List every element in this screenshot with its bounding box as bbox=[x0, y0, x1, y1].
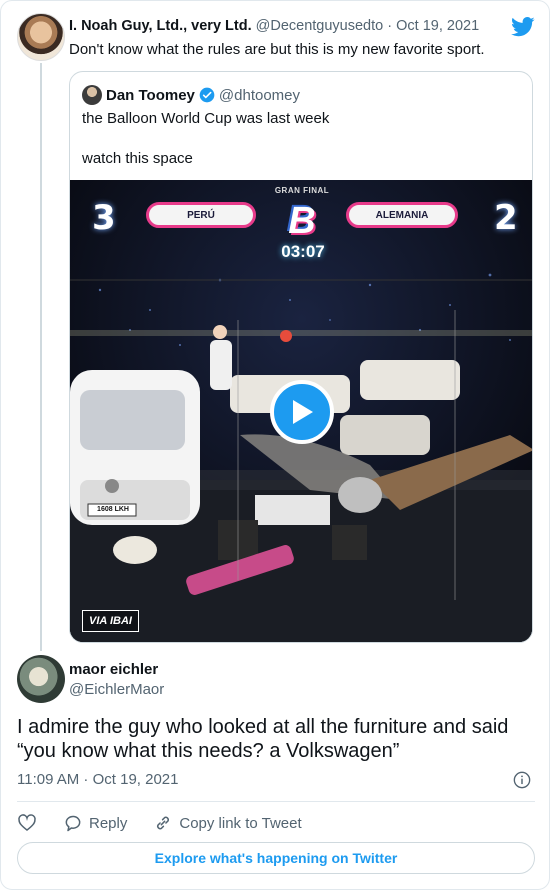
reply-timestamp[interactable]: 11:09 AM · Oct 19, 2021 bbox=[17, 771, 178, 788]
info-icon[interactable] bbox=[513, 771, 531, 789]
avatar[interactable] bbox=[17, 13, 65, 61]
heart-icon bbox=[18, 814, 36, 832]
author-handle[interactable]: @Decentguyusedto bbox=[256, 18, 384, 34]
reply-label: Reply bbox=[89, 814, 128, 832]
link-icon bbox=[157, 816, 170, 830]
quoted-tweet-text-line2: watch this space bbox=[82, 150, 193, 167]
verified-badge-icon bbox=[199, 87, 215, 103]
quoted-author-handle[interactable]: @dhtoomey bbox=[219, 87, 300, 104]
quoted-tweet[interactable]: Dan Toomey @dhtoomey the Balloon World C… bbox=[69, 71, 533, 643]
event-logo: B bbox=[288, 200, 316, 242]
scoreboard-overlay: GRAN FINAL 3 PERÚ B ALEMANIA 2 03:07 bbox=[70, 180, 532, 270]
match-timer: 03:07 bbox=[281, 242, 325, 261]
parent-tweet-text: Don't know what the rules are but this i… bbox=[69, 41, 485, 58]
parent-tweet-header: I. Noah Guy, Ltd., very Ltd. @Decentguyu… bbox=[69, 18, 479, 34]
reply-author-handle[interactable]: @EichlerMaor bbox=[69, 681, 164, 698]
reply-button[interactable]: Reply bbox=[63, 813, 127, 833]
video-player[interactable]: GRAN FINAL 3 PERÚ B ALEMANIA 2 03:07 160… bbox=[70, 180, 532, 642]
quoted-tweet-header: Dan Toomey @dhtoomey bbox=[82, 84, 300, 106]
parent-tweet: I. Noah Guy, Ltd., very Ltd. @Decentguyu… bbox=[17, 13, 537, 63]
author-name[interactable]: I. Noah Guy, Ltd., very Ltd. bbox=[69, 18, 252, 34]
reply-author-name[interactable]: maor eichler bbox=[69, 661, 158, 678]
divider bbox=[17, 801, 535, 802]
play-icon bbox=[293, 400, 313, 424]
team-right: ALEMANIA bbox=[346, 202, 458, 228]
video-watermark: VIA IBAI bbox=[82, 610, 139, 632]
tweet-actions: Reply Copy link to Tweet bbox=[17, 811, 328, 835]
separator-dot: · bbox=[387, 18, 393, 34]
quoted-tweet-text-line1: the Balloon World Cup was last week bbox=[82, 110, 330, 127]
reply-tweet-text: I admire the guy who looked at all the f… bbox=[17, 716, 509, 762]
play-button[interactable] bbox=[270, 380, 334, 444]
score-right: 2 bbox=[494, 198, 518, 238]
copy-link-button[interactable]: Copy link to Tweet bbox=[153, 813, 302, 833]
thread-line bbox=[40, 63, 42, 651]
avatar[interactable] bbox=[82, 85, 102, 105]
twitter-bird-icon[interactable] bbox=[511, 17, 535, 37]
reply-icon bbox=[65, 815, 81, 832]
quoted-author-name[interactable]: Dan Toomey bbox=[106, 87, 195, 104]
explore-twitter-button[interactable]: Explore what's happening on Twitter bbox=[17, 842, 535, 874]
score-left: 3 bbox=[92, 198, 116, 238]
tweet-date[interactable]: Oct 19, 2021 bbox=[396, 18, 479, 34]
license-plate: 1608 LKH bbox=[97, 506, 129, 513]
embedded-tweet-card: I. Noah Guy, Ltd., very Ltd. @Decentguyu… bbox=[0, 0, 550, 890]
like-button[interactable] bbox=[17, 813, 37, 833]
avatar[interactable] bbox=[17, 655, 65, 703]
scoreboard-banner: GRAN FINAL bbox=[274, 186, 330, 195]
team-left: PERÚ bbox=[146, 202, 256, 228]
copy-link-label: Copy link to Tweet bbox=[179, 814, 302, 832]
